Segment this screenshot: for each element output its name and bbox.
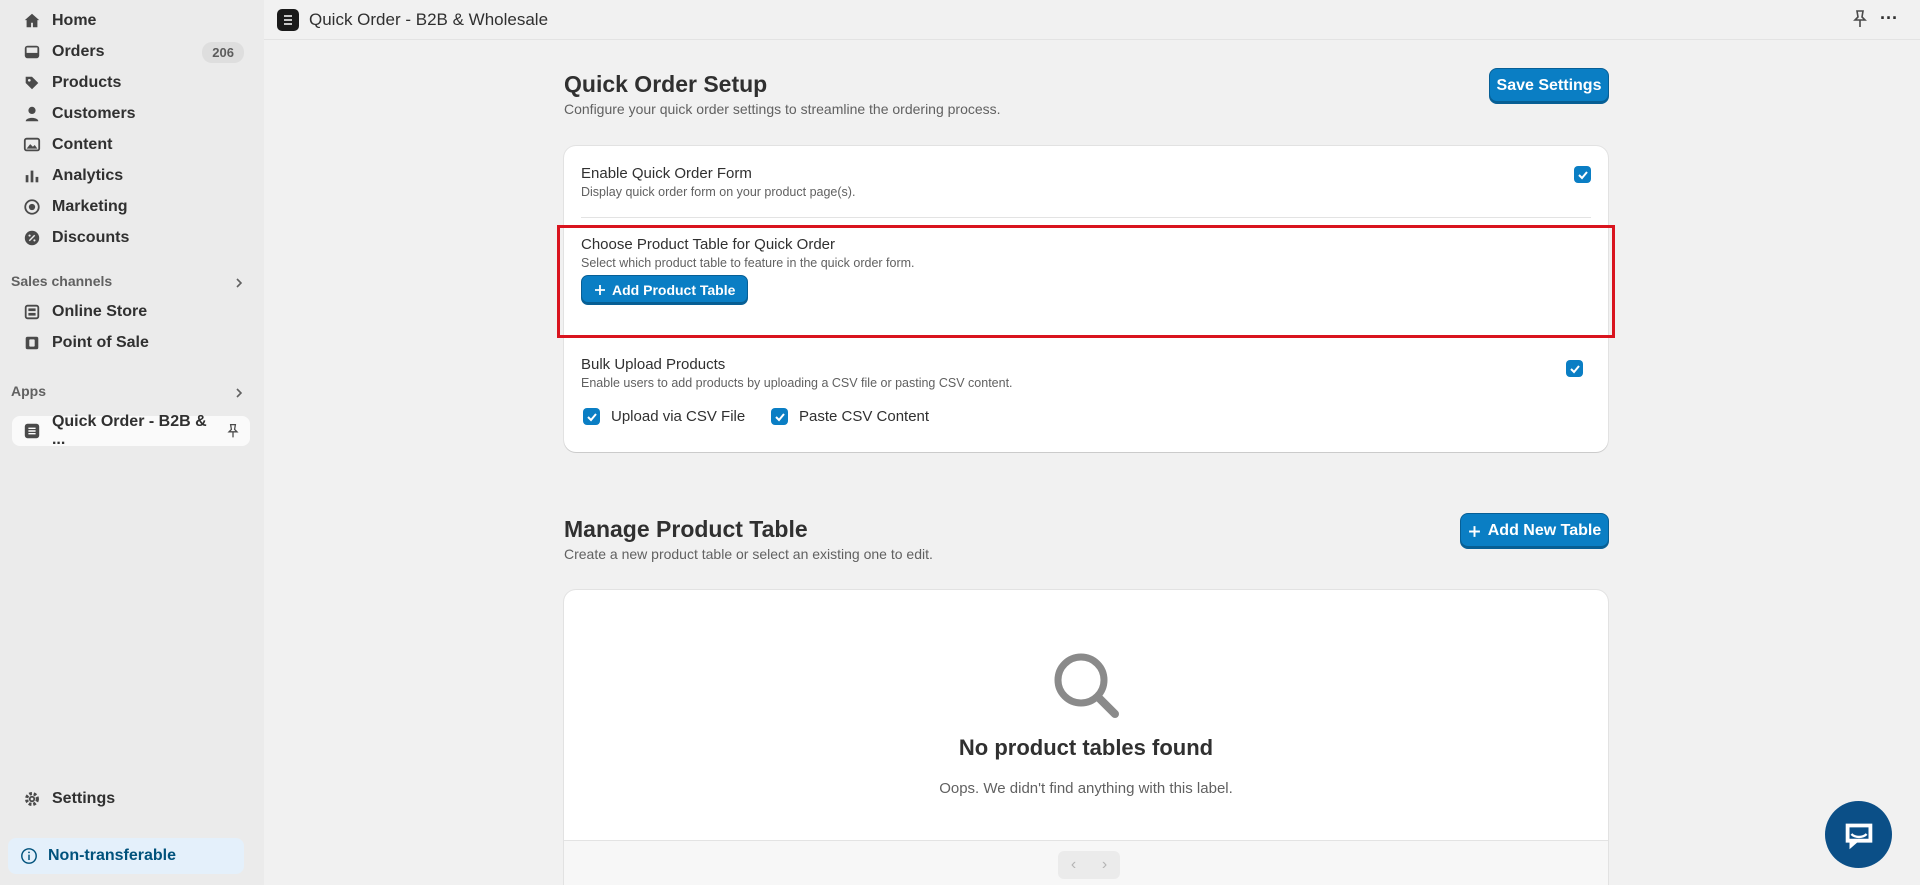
sidebar-item-analytics[interactable]: Analytics <box>12 161 250 191</box>
highlight-box <box>557 225 1615 338</box>
app-title: Quick Order - B2B & Wholesale <box>309 9 549 29</box>
upload-csv-checkbox[interactable] <box>583 408 600 425</box>
gear-icon <box>22 789 42 809</box>
divider <box>581 217 1591 218</box>
sidebar-item-point-of-sale[interactable]: Point of Sale <box>12 328 250 358</box>
sidebar: Home Orders 206 Products Customers Conte… <box>0 0 264 885</box>
apps-heading: Apps <box>11 383 46 399</box>
chat-support-button[interactable] <box>1825 801 1892 868</box>
add-new-table-button[interactable]: Add New Table <box>1460 513 1609 549</box>
app-logo-icon <box>22 421 42 441</box>
bulk-upload-checkbox[interactable] <box>1566 360 1583 377</box>
add-new-table-label: Add New Table <box>1487 522 1602 539</box>
upload-csv-option[interactable]: Upload via CSV File <box>583 408 745 425</box>
sidebar-item-settings[interactable]: Settings <box>12 784 250 814</box>
sidebar-item-label: Products <box>52 74 122 91</box>
sidebar-item-home[interactable]: Home <box>12 6 250 36</box>
next-page-button[interactable]: › <box>1089 851 1120 879</box>
sidebar-item-quick-order-app[interactable]: Quick Order - B2B & ... <box>12 413 250 448</box>
non-transferable-label: Non-transferable <box>48 847 177 864</box>
pagination: ‹ › <box>1058 851 1120 879</box>
sidebar-item-label: Point of Sale <box>52 334 149 351</box>
tag-icon <box>22 73 42 93</box>
prev-page-button[interactable]: ‹ <box>1058 851 1089 879</box>
app-logo-icon <box>277 8 299 31</box>
checkmark-icon <box>1569 364 1580 373</box>
paste-csv-checkbox[interactable] <box>771 408 788 425</box>
pin-icon[interactable] <box>1850 9 1870 29</box>
sidebar-item-customers[interactable]: Customers <box>12 99 250 129</box>
orders-count-badge: 206 <box>202 41 244 63</box>
image-icon <box>22 135 42 155</box>
more-options-icon[interactable]: ··· <box>1880 9 1902 29</box>
plus-icon <box>1468 525 1480 537</box>
save-settings-button[interactable]: Save Settings <box>1489 68 1609 104</box>
pin-icon[interactable] <box>224 422 242 440</box>
bar-chart-icon <box>22 166 42 186</box>
sidebar-item-label: Orders <box>52 43 105 60</box>
sidebar-item-label: Customers <box>52 105 136 122</box>
page-subtitle: Configure your quick order settings to s… <box>564 101 1001 117</box>
manage-subtitle: Create a new product table or select an … <box>564 546 933 562</box>
sidebar-item-label: Marketing <box>52 198 128 215</box>
info-icon <box>21 848 37 864</box>
non-transferable-banner[interactable]: Non-transferable <box>8 838 244 874</box>
enable-quick-order-title: Enable Quick Order Form <box>581 165 752 182</box>
sidebar-item-label: Analytics <box>52 167 124 184</box>
sales-channels-heading: Sales channels <box>11 273 113 289</box>
empty-state-title: No product tables found <box>958 735 1214 760</box>
pagination-bar: ‹ › <box>564 840 1608 885</box>
page-title: Quick Order Setup <box>564 71 768 97</box>
checkmark-icon <box>774 412 785 421</box>
upload-csv-label: Upload via CSV File <box>611 408 746 425</box>
sidebar-item-label: Content <box>52 136 113 153</box>
paste-csv-option[interactable]: Paste CSV Content <box>771 408 929 425</box>
chevron-right-icon[interactable] <box>232 386 246 400</box>
chat-icon <box>1845 823 1872 849</box>
bulk-upload-desc: Enable users to add products by uploadin… <box>581 376 1013 390</box>
product-tables-card: No product tables found Oops. We didn't … <box>564 590 1608 885</box>
sidebar-item-label: Discounts <box>52 229 130 246</box>
target-icon <box>22 197 42 217</box>
sidebar-item-label: Settings <box>52 790 116 807</box>
sidebar-item-label: Online Store <box>52 303 148 320</box>
inbox-icon <box>22 42 42 62</box>
sidebar-item-content[interactable]: Content <box>12 130 250 160</box>
pos-icon <box>22 333 42 353</box>
chevron-right-icon[interactable] <box>232 276 246 290</box>
bulk-upload-title: Bulk Upload Products <box>581 356 726 373</box>
enable-quick-order-desc: Display quick order form on your product… <box>581 185 856 199</box>
sidebar-item-discounts[interactable]: Discounts <box>12 223 250 253</box>
person-icon <box>22 104 42 124</box>
discount-icon <box>22 228 42 248</box>
paste-csv-label: Paste CSV Content <box>799 408 930 425</box>
sidebar-item-marketing[interactable]: Marketing <box>12 192 250 222</box>
enable-quick-order-checkbox[interactable] <box>1574 166 1591 183</box>
sidebar-item-label: Home <box>52 12 97 29</box>
sidebar-item-label: Quick Order - B2B & ... <box>51 413 207 448</box>
store-icon <box>22 302 42 322</box>
home-icon <box>22 11 42 31</box>
app-header: Quick Order - B2B & Wholesale ··· <box>264 0 1920 40</box>
sidebar-item-products[interactable]: Products <box>12 68 250 98</box>
checkmark-icon <box>1577 170 1588 179</box>
sidebar-item-orders[interactable]: Orders 206 <box>12 37 250 67</box>
manage-title: Manage Product Table <box>564 516 808 542</box>
sidebar-item-online-store[interactable]: Online Store <box>12 297 250 327</box>
empty-state-message: Oops. We didn't find anything with this … <box>939 780 1233 797</box>
checkmark-icon <box>586 412 597 421</box>
search-icon <box>1054 653 1119 718</box>
